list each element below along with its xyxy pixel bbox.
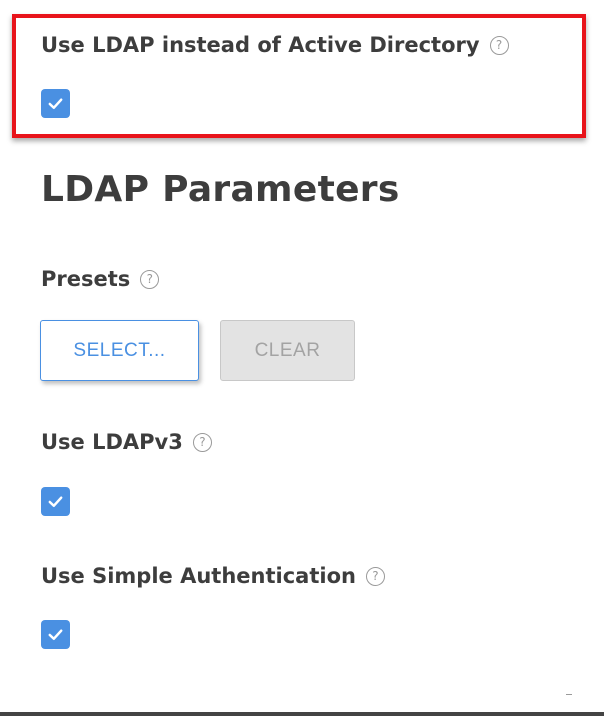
ldapv3-label-row: Use LDAPv3 ?: [41, 430, 212, 454]
clear-preset-button[interactable]: CLEAR: [220, 320, 355, 381]
help-icon[interactable]: ?: [140, 269, 160, 289]
simple-auth-checkbox[interactable]: [41, 620, 70, 649]
bottom-divider: [0, 712, 604, 716]
simple-auth-label-row: Use Simple Authentication ?: [41, 564, 385, 588]
divider-mark: [566, 694, 572, 695]
ldap-settings-panel: Use LDAP instead of Active Directory ? L…: [0, 0, 604, 716]
checkmark-icon: [48, 98, 63, 110]
help-icon[interactable]: ?: [192, 432, 212, 452]
select-preset-button[interactable]: SELECT...: [40, 320, 199, 381]
checkmark-icon: [48, 496, 63, 508]
presets-label: Presets: [41, 267, 131, 291]
presets-label-row: Presets ?: [41, 267, 160, 291]
help-icon[interactable]: ?: [489, 35, 509, 55]
help-icon[interactable]: ?: [365, 566, 385, 586]
ldap-toggle-checkbox[interactable]: [41, 89, 70, 118]
section-title: LDAP Parameters: [41, 169, 400, 210]
simple-auth-label: Use Simple Authentication: [41, 564, 356, 588]
ldapv3-label: Use LDAPv3: [41, 430, 183, 454]
ldap-toggle-label-row: Use LDAP instead of Active Directory ?: [41, 33, 509, 57]
ldap-toggle-label: Use LDAP instead of Active Directory: [41, 33, 480, 57]
ldapv3-checkbox[interactable]: [41, 487, 70, 516]
checkmark-icon: [48, 629, 63, 641]
